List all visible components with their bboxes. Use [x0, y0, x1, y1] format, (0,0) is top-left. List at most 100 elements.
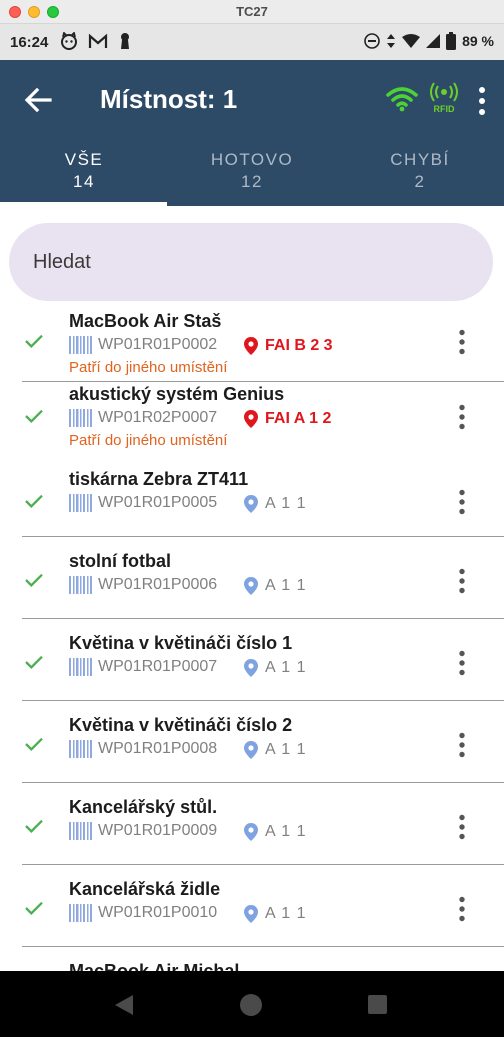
location-pin-icon — [244, 905, 258, 923]
tab-done[interactable]: HOTOVO 12 — [168, 140, 336, 206]
item-code: WP01R01P0005 — [98, 494, 218, 511]
active-tab-indicator — [0, 202, 167, 206]
item-location-group: FAI B 2 3 — [243, 336, 333, 356]
overflow-menu-icon[interactable] — [474, 86, 490, 116]
check-icon — [25, 494, 43, 508]
location-pin-icon — [244, 495, 258, 513]
barcode-icon — [69, 740, 92, 758]
item-menu-icon[interactable] — [456, 489, 468, 515]
list-item[interactable]: akustický systém Genius WP01R02P0007 FAI A… — [0, 382, 504, 461]
item-code-group: WP01R01P0007 — [69, 658, 217, 676]
rfid-label: RFID — [433, 104, 455, 114]
tab-all[interactable]: VŠE 14 — [0, 140, 168, 206]
item-location: A 1 1 — [265, 577, 307, 594]
item-menu-icon[interactable] — [456, 814, 468, 840]
tab-count: 14 — [73, 172, 95, 191]
barcode-icon — [69, 904, 92, 922]
back-arrow-icon[interactable] — [22, 84, 54, 116]
item-location: A 1 1 — [265, 495, 307, 512]
list-item[interactable]: Kancelářský stůl. WP01R01P0009 A 1 1 — [0, 783, 504, 865]
item-code-group: WP01R01P0008 — [69, 740, 217, 758]
item-location: A 1 1 — [265, 741, 307, 758]
rfid-waves-icon — [430, 82, 458, 102]
item-location-group: A 1 1 — [243, 822, 306, 842]
item-list: MacBook Air Staš WP01R01P0002 FAI B 2 3 Pat… — [0, 303, 504, 981]
item-name: Květina v květináči číslo 2 — [69, 715, 293, 735]
item-location: A 1 1 — [265, 659, 307, 676]
location-pin-icon — [244, 823, 258, 841]
item-location-group: A 1 1 — [243, 904, 306, 924]
item-location-group: FAI A 1 2 — [243, 409, 331, 429]
item-location-group: A 1 1 — [243, 658, 306, 678]
item-code: WP01R01P0009 — [98, 822, 218, 839]
item-code-group: WP01R01P0009 — [69, 822, 217, 840]
list-item[interactable]: MacBook Air Staš WP01R01P0002 FAI B 2 3 Pat… — [0, 303, 504, 382]
item-code-group: WP01R01P0010 — [69, 904, 217, 922]
cat-notification-icon — [61, 32, 77, 50]
item-name: MacBook Air Staš — [69, 311, 222, 331]
item-code-group: WP01R01P0005 — [69, 494, 217, 512]
search-placeholder: Hledat — [33, 251, 91, 273]
check-icon — [25, 334, 43, 348]
item-warning: Patří do jiného umístění — [69, 432, 228, 449]
item-name: Kancelářský stůl. — [69, 797, 218, 817]
check-icon — [25, 573, 43, 587]
window-titlebar: TC27 — [0, 0, 504, 24]
list-item[interactable]: Květina v květináči číslo 2 WP01R01P0008 A… — [0, 701, 504, 783]
check-icon — [25, 819, 43, 833]
tab-label: HOTOVO — [210, 150, 294, 169]
tab-label: VŠE — [64, 150, 104, 169]
battery-icon — [446, 32, 457, 50]
check-icon — [25, 901, 43, 915]
app-bar: Místnost: 1 RFID — [0, 60, 504, 140]
item-code: WP01R02P0007 — [98, 409, 218, 426]
item-name: tiskárna Zebra ZT411 — [69, 469, 249, 489]
barcode-icon — [69, 576, 92, 594]
signal-icon — [426, 34, 441, 48]
list-item[interactable]: Květina v květináči číslo 1 WP01R01P0007 A… — [0, 619, 504, 701]
item-menu-icon[interactable] — [456, 732, 468, 758]
item-menu-icon[interactable] — [456, 568, 468, 594]
item-menu-icon[interactable] — [456, 896, 468, 922]
list-item[interactable]: tiskárna Zebra ZT411 WP01R01P0005 A 1 1 — [0, 461, 504, 537]
location-pin-icon — [244, 337, 258, 355]
item-location: FAI B 2 3 — [265, 337, 333, 354]
search-input[interactable]: Hledat — [9, 223, 493, 301]
barcode-icon — [69, 409, 92, 427]
battery-percent: 89 % — [462, 33, 494, 49]
item-name: akustický systém Genius — [69, 384, 285, 404]
window-title: TC27 — [236, 4, 268, 19]
tab-label: CHYBÍ — [390, 150, 450, 169]
check-icon — [25, 737, 43, 751]
item-name: Kancelářská židle — [69, 879, 221, 899]
item-location-group: A 1 1 — [243, 494, 306, 514]
item-code-group: WP01R02P0007 — [69, 409, 217, 427]
item-location: A 1 1 — [265, 905, 307, 922]
check-icon — [25, 655, 43, 669]
check-icon — [25, 409, 43, 423]
list-item[interactable]: stolní fotbal WP01R01P0006 A 1 1 — [0, 537, 504, 619]
item-location: A 1 1 — [265, 823, 307, 840]
tab-missing[interactable]: CHYBÍ 2 — [336, 140, 504, 206]
location-pin-icon — [244, 410, 258, 428]
rfid-icon[interactable]: RFID — [428, 82, 460, 116]
item-menu-icon[interactable] — [456, 650, 468, 676]
nav-back-icon[interactable] — [113, 994, 135, 1016]
item-name: Květina v květináči číslo 1 — [69, 633, 293, 653]
item-menu-icon[interactable] — [456, 329, 468, 355]
item-code: WP01R01P0010 — [98, 904, 218, 921]
item-code-group: WP01R01P0002 — [69, 336, 217, 354]
item-code: WP01R01P0002 — [98, 336, 218, 353]
item-code: WP01R01P0007 — [98, 658, 218, 675]
barcode-icon — [69, 494, 92, 512]
barcode-icon — [69, 336, 92, 354]
item-warning: Patří do jiného umístění — [69, 359, 228, 376]
status-time: 16:24 — [10, 34, 49, 51]
item-code: WP01R01P0008 — [98, 740, 218, 757]
nav-recents-icon[interactable] — [368, 995, 387, 1014]
item-location: FAI A 1 2 — [265, 410, 332, 427]
item-menu-icon[interactable] — [456, 404, 468, 430]
list-item[interactable]: Kancelářská židle WP01R01P0010 A 1 1 — [0, 865, 504, 947]
nav-home-icon[interactable] — [240, 994, 262, 1016]
navigation-bar — [0, 971, 504, 1037]
